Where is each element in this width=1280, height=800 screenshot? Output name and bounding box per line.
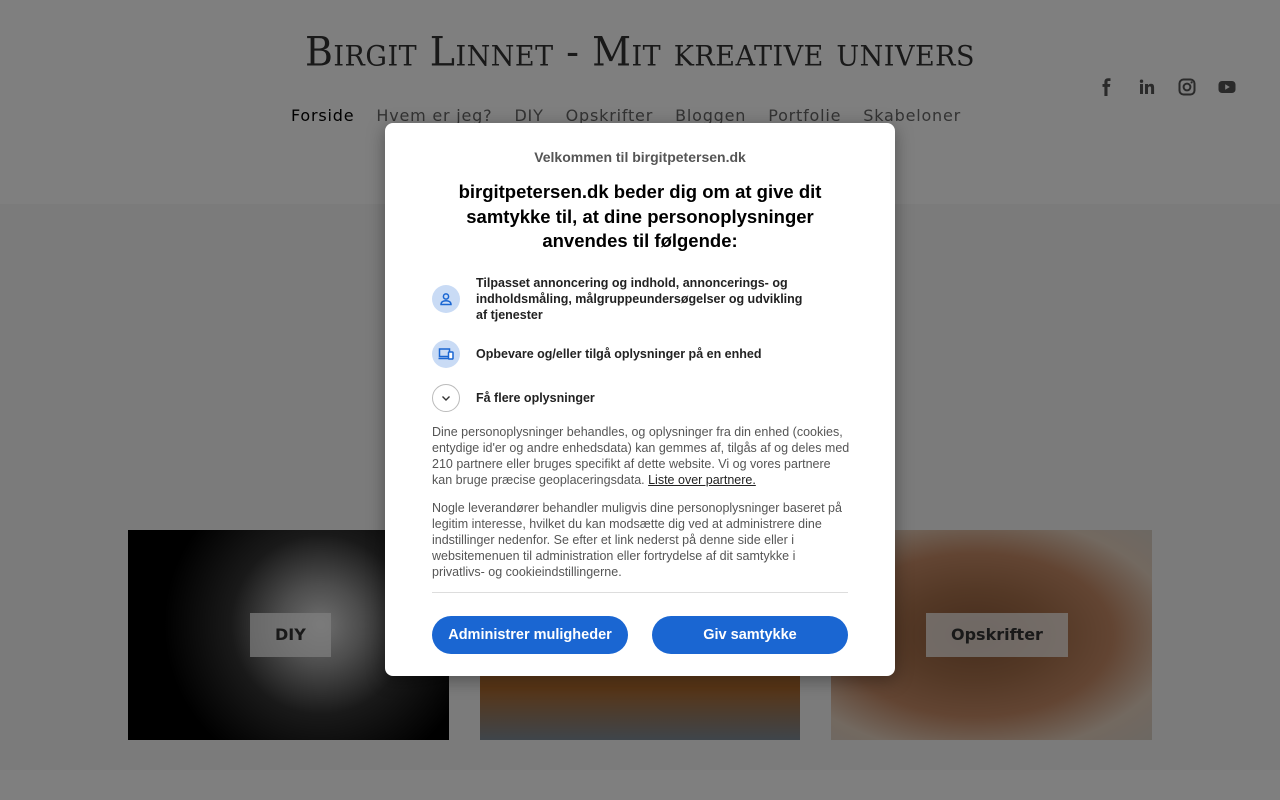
purpose-label: Tilpasset annoncering og indhold, annonc…: [476, 276, 803, 322]
more-info-label[interactable]: Få flere oplysninger: [476, 390, 595, 406]
person-icon: [432, 285, 460, 313]
consent-body-1: Dine personoplysninger behandles, og opl…: [432, 424, 850, 488]
dialog-heading: birgitpetersen.dk beder dig om at give d…: [458, 181, 822, 251]
partners-link[interactable]: Liste over partnere.: [648, 473, 756, 487]
purpose-label: Opbevare og/eller tilgå oplysninger på e…: [476, 347, 762, 361]
purpose-personalised-ads: Tilpasset annoncering og indhold, annonc…: [432, 275, 812, 323]
dialog-welcome: Velkommen til birgitpetersen.dk: [534, 149, 746, 165]
devices-icon: [432, 340, 460, 368]
purpose-store-access: Opbevare og/eller tilgå oplysninger på e…: [432, 340, 812, 368]
give-consent-button[interactable]: Giv samtykke: [652, 616, 848, 654]
manage-options-button[interactable]: Administrer muligheder: [432, 616, 628, 654]
consent-body-1-text: Dine personoplysninger behandles, og opl…: [432, 425, 850, 487]
divider: [432, 592, 848, 593]
consent-body-2: Nogle leverandører behandler muligvis di…: [432, 501, 842, 579]
more-info-toggle[interactable]: Få flere oplysninger: [432, 384, 812, 412]
chevron-down-icon[interactable]: [432, 384, 460, 412]
consent-dialog: Velkommen til birgitpetersen.dk birgitpe…: [385, 123, 895, 676]
